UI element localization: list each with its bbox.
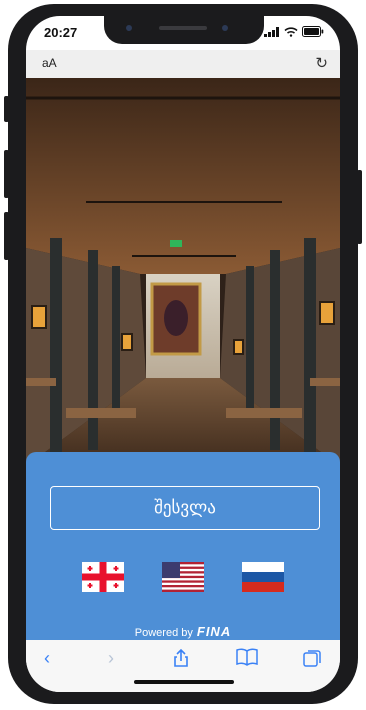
powered-by-label: Powered by [134, 627, 193, 639]
georgian-flag-icon[interactable] [82, 562, 124, 592]
back-icon[interactable]: ‹ [44, 648, 50, 669]
tabs-icon[interactable] [302, 648, 322, 668]
camera-icon [126, 25, 132, 31]
us-flag-icon[interactable] [162, 562, 204, 592]
share-icon[interactable] [172, 648, 190, 668]
phone-screen: 20:27 aA ↻ შესვლა Powered by FINA ‹ › [26, 16, 340, 692]
speaker-grille [159, 26, 207, 30]
home-indicator [134, 680, 234, 684]
language-selector [26, 562, 340, 596]
notch [104, 16, 264, 44]
restaurant-interior-photo [26, 78, 340, 466]
login-panel: შესვლა Powered by FINA [26, 452, 340, 652]
browser-toolbar: ‹ › [26, 640, 340, 692]
powered-by: Powered by FINA [26, 624, 340, 639]
login-button[interactable]: შესვლა [50, 486, 320, 530]
sensor-icon [222, 25, 228, 31]
bookmarks-icon[interactable] [236, 648, 258, 666]
browser-address-bar[interactable]: aA ↻ [26, 50, 340, 78]
russian-flag-icon[interactable] [242, 562, 284, 592]
status-icons [264, 26, 324, 37]
forward-icon[interactable]: › [108, 648, 114, 669]
restaurant-interior-illustration [26, 78, 340, 466]
phone-frame: 20:27 aA ↻ შესვლა Powered by FINA ‹ › [8, 4, 358, 704]
reload-icon[interactable]: ↻ [315, 54, 328, 72]
status-time: 20:27 [44, 25, 78, 40]
text-size-button[interactable]: aA [42, 56, 57, 70]
fina-logo: FINA [196, 624, 232, 639]
signal-icon [264, 27, 279, 37]
battery-icon [302, 26, 324, 37]
wifi-icon [284, 27, 298, 37]
